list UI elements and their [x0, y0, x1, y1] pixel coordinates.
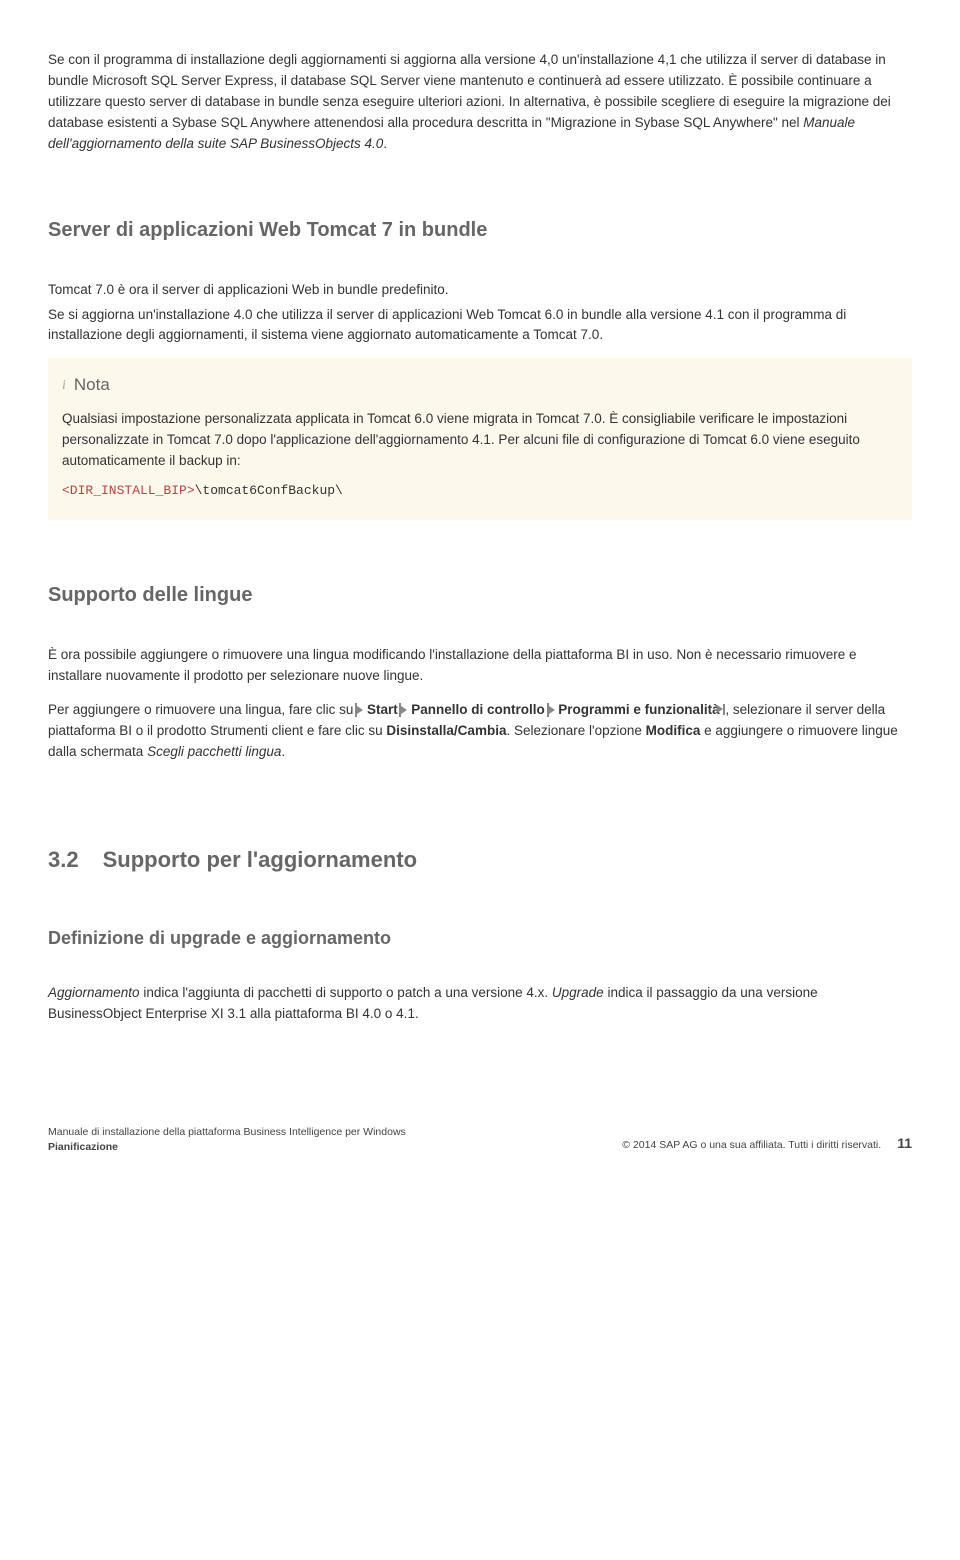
- footer-left: Manuale di installazione della piattafor…: [48, 1125, 406, 1154]
- nav-end-icon: [723, 704, 725, 715]
- note-label: Nota: [74, 372, 110, 398]
- lang-i1: Scegli pacchetti lingua: [147, 744, 281, 759]
- nav-programs: Programmi e funzionalità: [558, 702, 719, 717]
- nav-controlpanel: Pannello di controllo: [411, 702, 545, 717]
- note-header: i Nota: [62, 372, 898, 398]
- footer-doc-title: Manuale di installazione della piattafor…: [48, 1125, 406, 1140]
- lang-b2: Modifica: [646, 723, 701, 738]
- lang-p1: È ora possibile aggiungere o rimuovere u…: [48, 645, 912, 687]
- intro-paragraph: Se con il programma di installazione deg…: [48, 50, 912, 155]
- tomcat-p2: Se si aggiorna un'installazione 4.0 che …: [48, 305, 912, 347]
- section-number: 3.2: [48, 843, 79, 877]
- page-number: 11: [897, 1133, 912, 1155]
- section-title: Supporto per l'aggiornamento: [103, 847, 417, 872]
- def-paragraph: Aggiornamento indica l'aggiunta di pacch…: [48, 983, 912, 1025]
- heading-3-2: 3.2 Supporto per l'aggiornamento: [48, 843, 912, 877]
- note-body: Qualsiasi impostazione personalizzata ap…: [62, 409, 898, 472]
- code-var: <DIR_INSTALL_BIP>: [62, 483, 195, 498]
- lang-p2: Per aggiungere o rimuovere una lingua, f…: [48, 700, 912, 763]
- lang-p2a: Per aggiungere o rimuovere una lingua, f…: [48, 702, 357, 717]
- page-footer: Manuale di installazione della piattafor…: [48, 1125, 912, 1154]
- tomcat-p1: Tomcat 7.0 è ora il server di applicazio…: [48, 280, 912, 301]
- note-box: i Nota Qualsiasi impostazione personaliz…: [48, 358, 912, 519]
- heading-tomcat: Server di applicazioni Web Tomcat 7 in b…: [48, 215, 912, 246]
- code-rest: \tomcat6ConfBackup\: [195, 483, 343, 498]
- code-path: <DIR_INSTALL_BIP>\tomcat6ConfBackup\: [62, 481, 898, 501]
- def-i1: Aggiornamento: [48, 985, 140, 1000]
- lang-b1: Disinstalla/Cambia: [386, 723, 506, 738]
- def-p1: indica l'aggiunta di pacchetti di suppor…: [140, 985, 552, 1000]
- footer-right: © 2014 SAP AG o una sua affiliata. Tutti…: [622, 1133, 912, 1155]
- nav-arrow-icon: [357, 706, 363, 714]
- footer-copyright: © 2014 SAP AG o una sua affiliata. Tutti…: [622, 1137, 881, 1153]
- info-icon: i: [62, 375, 66, 397]
- heading-languages: Supporto delle lingue: [48, 580, 912, 611]
- heading-definition: Definizione di upgrade e aggiornamento: [48, 925, 912, 953]
- footer-section: Pianificazione: [48, 1140, 406, 1155]
- intro-end: .: [383, 136, 387, 151]
- nav-arrow-icon: [401, 706, 407, 714]
- intro-text: Se con il programma di installazione deg…: [48, 52, 891, 130]
- nav-arrow-icon: [549, 706, 555, 714]
- nav-start: Start: [367, 702, 398, 717]
- lang-p2c: . Selezionare l'opzione: [506, 723, 645, 738]
- def-i2: Upgrade: [552, 985, 604, 1000]
